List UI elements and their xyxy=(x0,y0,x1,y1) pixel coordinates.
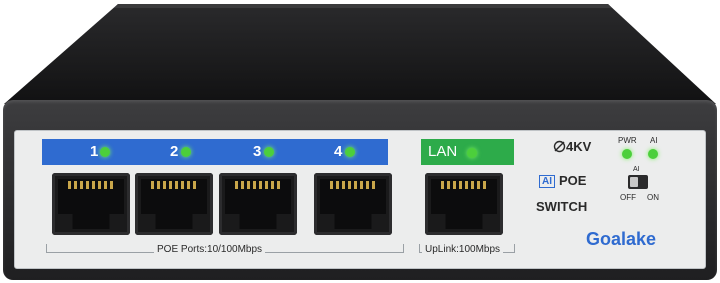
port-number-1: 1 xyxy=(90,143,99,160)
rj45-port-1[interactable] xyxy=(52,173,130,235)
surge-rating-label: 4KV xyxy=(566,139,592,154)
poe-label: POE xyxy=(559,173,587,188)
uplink-label: UpLink:100Mbps xyxy=(422,244,504,255)
ai-toggle-title: AI xyxy=(633,166,640,173)
toggle-off-label: OFF xyxy=(620,193,636,202)
lan-led xyxy=(467,148,477,158)
port-4-led xyxy=(345,147,355,157)
port-number-3: 3 xyxy=(253,143,262,160)
ai-led-label: AI xyxy=(650,136,658,145)
pwr-led xyxy=(622,149,632,159)
toggle-on-label: ON xyxy=(647,193,659,202)
ai-toggle-switch[interactable] xyxy=(628,175,648,189)
rj45-port-4[interactable] xyxy=(314,173,392,235)
rj45-port-3[interactable] xyxy=(219,173,297,235)
switch-top-lid xyxy=(4,4,716,104)
port-number-4: 4 xyxy=(334,143,343,160)
lan-label: LAN xyxy=(428,143,458,160)
rj45-uplink-port[interactable] xyxy=(425,173,503,235)
pwr-led-label: PWR xyxy=(618,136,637,145)
port-number-2: 2 xyxy=(170,143,179,160)
port-3-led xyxy=(264,147,274,157)
brand-logo: Goalake xyxy=(586,229,657,249)
port-1-led xyxy=(100,147,110,157)
rj45-port-2[interactable] xyxy=(135,173,213,235)
ai-led xyxy=(648,149,658,159)
poe-port-group: 1 2 3 4 xyxy=(42,139,406,254)
switch-label: SWITCH xyxy=(536,199,588,214)
port-2-led xyxy=(181,147,191,157)
surge-protection-icon xyxy=(553,140,566,153)
ai-badge: AI xyxy=(539,175,555,188)
poe-switch-photo: 1 2 3 4 POE Ports:10/100Mbps LAN UpLink:… xyxy=(0,0,720,283)
poe-ports-label: POE Ports:10/100Mbps xyxy=(154,244,266,255)
ai-poe-label: AI POE xyxy=(539,173,586,188)
ai-toggle-knob[interactable] xyxy=(630,177,638,187)
